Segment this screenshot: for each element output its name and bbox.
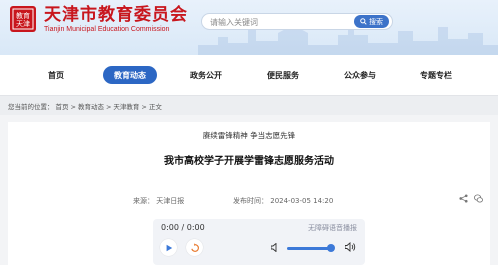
- breadcrumb-separator: >: [70, 103, 76, 111]
- replay-button[interactable]: [186, 239, 203, 256]
- site-title-en: Tianjin Municipal Education Commission: [44, 26, 170, 33]
- breadcrumb-item-education-news[interactable]: 教育动态: [78, 103, 104, 111]
- wechat-share-icon[interactable]: [474, 194, 483, 203]
- article-title: 我市高校学子开展学雷锋志愿服务活动: [164, 156, 334, 167]
- play-button[interactable]: [160, 239, 177, 256]
- site-logo[interactable]: 教育 天津: [10, 6, 36, 32]
- volume-slider-thumb[interactable]: [327, 244, 335, 252]
- breadcrumb-item-tianjin-education[interactable]: 天津教育: [113, 103, 139, 111]
- volume-low-icon[interactable]: [271, 243, 279, 252]
- main-nav: 首页 教育动态 政务公开 便民服务 公众参与 专题专栏: [0, 55, 498, 95]
- search-box: 搜索: [201, 13, 393, 30]
- replay-icon: [190, 242, 199, 252]
- source-value: 天津日报: [156, 197, 185, 205]
- search-input[interactable]: [210, 15, 340, 29]
- date-label: 发布时间：: [233, 197, 268, 205]
- nav-item-public-service[interactable]: 便民服务: [257, 66, 309, 84]
- article-source: 来源： 天津日报: [133, 196, 184, 206]
- breadcrumb: 您当前的位置： 首页 > 教育动态 > 天津教育 > 正文: [8, 101, 164, 111]
- article-date: 发布时间： 2024-03-05 14:20: [233, 196, 333, 206]
- nav-item-home[interactable]: 首页: [36, 66, 76, 84]
- svg-text:天津: 天津: [16, 20, 30, 28]
- breadcrumb-separator: >: [105, 103, 112, 111]
- article-panel: 赓续雷锋精神 争当志愿先锋 我市高校学子开展学雷锋志愿服务活动 来源： 天津日报…: [8, 122, 490, 265]
- audio-time: 0:00 / 0:00: [161, 223, 205, 232]
- date-value: 2024-03-05 14:20: [270, 197, 334, 205]
- audio-player: 0:00 / 0:00 无障碍语音播报: [153, 219, 365, 265]
- breadcrumb-item-current: 正文: [148, 103, 162, 111]
- volume-high-icon[interactable]: [345, 242, 356, 252]
- site-brand: 天津市教育委员会 Tianjin Municipal Education Com…: [44, 5, 188, 33]
- logo-seal-icon: 教育 天津: [12, 8, 34, 30]
- share-icon[interactable]: [459, 194, 468, 203]
- search-button-label: 搜索: [369, 17, 383, 26]
- source-label: 来源：: [133, 197, 154, 205]
- search-button[interactable]: 搜索: [354, 15, 389, 28]
- play-icon: [166, 244, 172, 251]
- nav-item-special-topics[interactable]: 专题专栏: [410, 66, 462, 84]
- nav-item-government-affairs[interactable]: 政务公开: [180, 66, 232, 84]
- article-subtitle: 赓续雷锋精神 争当志愿先锋: [202, 131, 296, 140]
- breadcrumb-item-home[interactable]: 首页: [56, 103, 69, 111]
- site-header: 教育 天津 天津市教育委员会 Tianjin Municipal Educati…: [0, 0, 498, 55]
- audio-player-label: 无障碍语音播报: [308, 224, 357, 232]
- site-title: 天津市教育委员会: [44, 5, 188, 25]
- breadcrumb-bar: 您当前的位置： 首页 > 教育动态 > 天津教育 > 正文: [0, 95, 498, 115]
- svg-text:教育: 教育: [16, 11, 30, 20]
- nav-item-education-news[interactable]: 教育动态: [103, 66, 157, 84]
- nav-item-public-participation[interactable]: 公众参与: [334, 66, 386, 84]
- breadcrumb-prefix: 您当前的位置：: [8, 103, 54, 111]
- breadcrumb-separator: >: [141, 103, 147, 111]
- search-icon: [360, 18, 367, 25]
